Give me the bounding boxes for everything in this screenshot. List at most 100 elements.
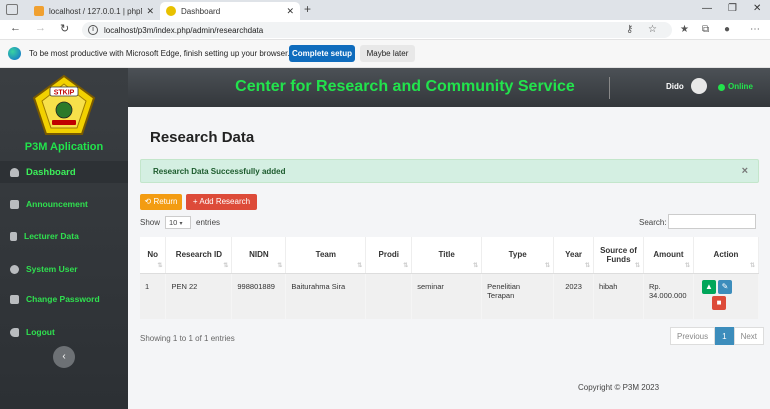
stkip-logo: STKIP [30, 74, 98, 138]
edit-icon[interactable]: ✎ [717, 279, 732, 294]
return-button[interactable]: ⟲ Return [140, 194, 182, 210]
upload-icon[interactable]: ▲ [701, 279, 716, 294]
chevron-down-icon: ▾ [179, 221, 183, 227]
back-icon[interactable]: ← [10, 22, 21, 34]
research-table: No ⇅ Research ID ⇅ NIDN ⇅ Team ⇅ Prodi ⇅ Titl… [140, 237, 760, 319]
sidebar-item-label: Announcement [26, 199, 88, 209]
close-window-button[interactable]: ✕ [753, 3, 761, 14]
sidebar-item-system-user[interactable]: System User [0, 258, 128, 280]
main-content: Research Data Research Data Successfully… [128, 107, 770, 409]
previous-page-button[interactable]: Previous [670, 327, 716, 345]
return-label: Return [153, 197, 178, 206]
sidebar-item-label: Logout [26, 327, 55, 337]
info-icon[interactable]: i [88, 25, 98, 35]
url-field[interactable]: i localhost/p3m/index.php/admin/research… [82, 22, 672, 38]
table-row: 1 PEN 22 998801889 Baiturahma Sira semin… [140, 273, 760, 319]
add-research-button[interactable]: + Add Research [186, 194, 257, 210]
table-cell: 1 [140, 273, 167, 319]
minimize-button[interactable]: — [702, 3, 712, 14]
page-button-current[interactable]: 1 [715, 327, 734, 345]
new-tab-button[interactable]: + [304, 2, 311, 16]
key-icon[interactable]: ⚷ [626, 24, 633, 35]
column-header[interactable]: NIDN ⇅ [231, 237, 287, 274]
close-icon[interactable]: ✕ [286, 6, 294, 17]
table-cell: Penelitian Terapan [481, 273, 555, 319]
sort-icon: ⇅ [403, 262, 409, 269]
entries-select-value: 10 [169, 218, 178, 227]
sidebar: STKIP P3M Aplication Dashboard Announcem… [0, 68, 128, 409]
header-divider [609, 77, 610, 99]
column-header[interactable]: No ⇅ [140, 237, 167, 274]
close-icon[interactable]: ✕ [146, 6, 154, 17]
forward-icon[interactable]: → [35, 22, 46, 34]
column-header[interactable]: Title ⇅ [411, 237, 483, 274]
online-status-icon [718, 84, 725, 91]
table-cell: PEN 22 [165, 273, 233, 319]
column-header[interactable]: Source of Funds ⇅ [593, 237, 644, 274]
tab-phpmyadmin[interactable]: localhost / 127.0.0.1 | phpMyAdmin ✕ [28, 2, 160, 20]
complete-setup-button[interactable]: Complete setup [289, 45, 355, 62]
table-cell: 998801889 [231, 273, 287, 319]
table-cell: Rp. 34.000.000 [643, 273, 694, 319]
url-text: localhost/p3m/index.php/admin/researchda… [104, 25, 264, 35]
tab-actions-icon[interactable] [6, 4, 18, 15]
sidebar-item-label: Change Password [26, 294, 100, 304]
address-bar-row: ← → ↻ i localhost/p3m/index.php/admin/re… [0, 20, 770, 40]
favorite-icon[interactable]: ☆ [648, 24, 657, 35]
tab-title: localhost / 127.0.0.1 | phpMyAdmin [49, 6, 142, 16]
sort-icon: ⇅ [473, 262, 479, 269]
sidebar-item-lecturer-data[interactable]: Lecturer Data [0, 225, 128, 247]
delete-icon[interactable]: ■ [711, 295, 726, 310]
avatar[interactable] [691, 78, 707, 94]
next-page-button[interactable]: Next [733, 327, 765, 345]
profile-icon[interactable]: ● [724, 24, 730, 35]
column-header[interactable]: Prodi ⇅ [365, 237, 413, 274]
entries-label: entries [196, 218, 221, 227]
collections-icon[interactable]: ⧉ [702, 24, 709, 35]
success-alert: Research Data Successfully added × [140, 159, 759, 183]
column-header[interactable]: Amount ⇅ [643, 237, 694, 274]
sidebar-item-change-password[interactable]: Change Password [0, 288, 128, 310]
column-header[interactable]: Action ⇅ [693, 237, 760, 274]
tab-dashboard[interactable]: Dashboard ✕ [160, 2, 300, 20]
edge-logo-icon [8, 47, 21, 60]
users-icon [10, 264, 19, 274]
dashboard-icon [10, 167, 19, 177]
column-header[interactable]: Team ⇅ [285, 237, 367, 274]
sidebar-collapse-button[interactable]: ‹ [53, 346, 75, 368]
lock-icon [10, 294, 19, 304]
column-header[interactable]: Type ⇅ [481, 237, 555, 274]
table-cell [365, 273, 413, 319]
refresh-icon[interactable]: ↻ [60, 22, 69, 35]
pagination: Previous 1 Next [670, 327, 765, 345]
site-title: Center for Research and Community Servic… [235, 78, 575, 95]
close-icon[interactable]: × [742, 165, 748, 177]
sort-icon: ⇅ [684, 262, 690, 269]
sidebar-item-logout[interactable]: Logout [0, 321, 128, 343]
online-status-text: Online [728, 82, 753, 91]
sidebar-item-dashboard[interactable]: Dashboard [0, 161, 128, 183]
alert-text: Research Data Successfully added [153, 166, 286, 176]
favorites-bar-icon[interactable]: ★ [680, 24, 689, 35]
column-header[interactable]: Year ⇅ [553, 237, 595, 274]
more-icon[interactable]: ⋯ [750, 24, 760, 35]
sidebar-item-label: Dashboard [26, 166, 76, 178]
sidebar-item-label: System User [26, 264, 78, 274]
maybe-later-button[interactable]: Maybe later [360, 45, 415, 62]
show-entries-control: Show 10 ▾ entries [140, 216, 220, 229]
sort-icon: ⇅ [545, 262, 551, 269]
column-header[interactable]: Research ID ⇅ [165, 237, 233, 274]
table-cell: Baiturahma Sira [285, 273, 367, 319]
banner-text: To be most productive with Microsoft Edg… [29, 49, 290, 58]
search-input[interactable] [668, 214, 756, 229]
sidebar-item-announcement[interactable]: Announcement [0, 193, 128, 215]
maximize-button[interactable]: ❐ [728, 3, 737, 14]
user-name[interactable]: Dido [666, 82, 684, 91]
book-icon [10, 231, 17, 241]
sort-icon: ⇅ [277, 262, 283, 269]
entries-select[interactable]: 10 ▾ [165, 216, 192, 229]
sort-icon: ⇅ [357, 262, 363, 269]
footer-copyright: Copyright © P3M 2023 [578, 383, 660, 392]
logout-icon [10, 327, 19, 337]
table-cell: 2023 [553, 273, 595, 319]
